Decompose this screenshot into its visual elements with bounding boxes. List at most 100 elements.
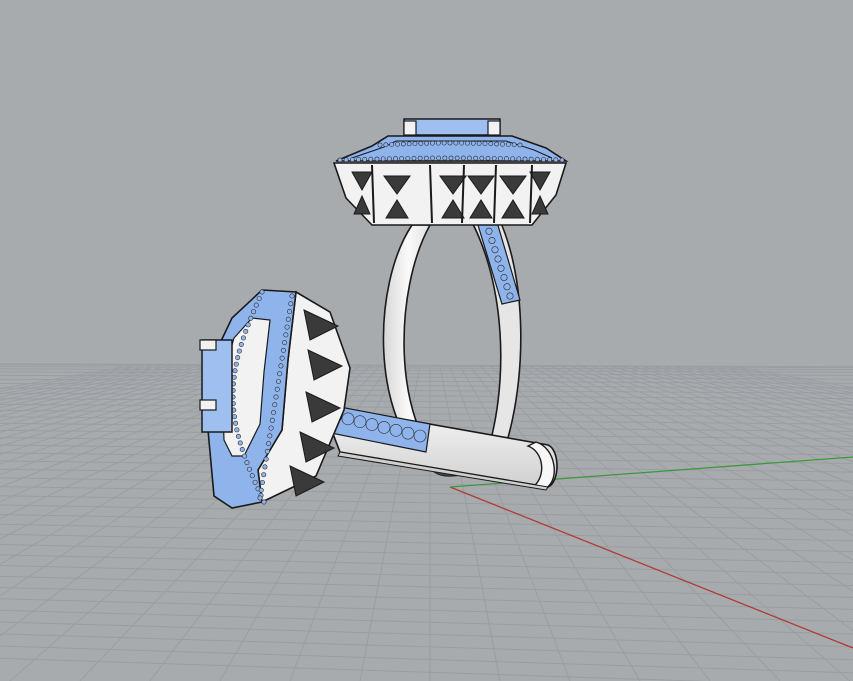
lying-shank-gem [377,421,391,434]
halo-gem [460,155,466,161]
lying-halo-gem [271,410,277,416]
lying-shank-gem [365,418,379,431]
shank-gem [500,273,508,281]
ring-standing-prong-top-right [487,120,501,136]
lying-halo-gem [263,456,269,462]
lying-halo-gem [238,341,244,347]
lying-halo-gem [277,371,283,377]
shank-gem [491,246,499,254]
lying-shank-gem [341,412,355,426]
lying-halo-gem [232,368,238,374]
shank-gem [503,283,511,291]
halo-gem [528,156,534,162]
halo-gem [511,142,517,148]
halo-gem [516,156,522,162]
halo-gem [534,156,540,162]
halo-gem [349,157,355,163]
lying-halo-gem [272,402,278,408]
lying-halo-gem [264,448,270,454]
lying-shank-gem [353,415,367,429]
halo-gem [559,157,565,163]
lying-halo-gem [236,348,242,354]
lying-halo-gem [242,453,248,459]
3d-viewport[interactable] [0,0,853,681]
lying-halo-gem [279,355,285,361]
lying-halo-gem [259,479,265,485]
halo-gem [541,157,546,162]
lying-halo-gem [239,446,245,452]
lying-halo-gem [275,378,281,384]
lying-halo-gem [253,302,259,308]
lying-shank-gem [413,429,427,443]
lying-shank-gem [401,426,415,440]
halo-gem [399,156,405,161]
lying-halo-gem [288,301,294,307]
lying-halo-gem [258,487,264,493]
halo-gem [553,157,559,163]
halo-gem [430,140,435,146]
lying-shank-gem [389,423,403,437]
halo-gem [470,140,476,146]
lying-halo-gem [268,425,274,431]
halo-gem [465,140,470,146]
halo-gem [423,155,429,161]
shank-gem [488,237,496,245]
shank-gem [506,292,514,300]
ring-lying-prong-a [199,339,217,351]
halo-gem [406,141,412,147]
halo-gem [356,157,361,162]
halo-gem [467,155,472,161]
lying-halo-gem [259,289,265,295]
halo-gem [488,141,494,147]
halo-gem [400,141,406,147]
halo-gem [485,155,491,161]
shank-gem [497,264,505,272]
halo-gem [424,140,430,146]
lying-halo-gem [289,293,295,299]
lying-halo-gem [248,315,254,321]
halo-gem [497,156,503,161]
halo-gem [435,140,441,146]
lying-halo-gem [283,332,289,338]
halo-gem [454,155,460,161]
halo-gem [405,155,411,161]
lying-halo-gem [235,433,241,439]
halo-gem [517,142,523,148]
lying-halo-gem [282,340,288,346]
lying-halo-gem [256,296,262,302]
halo-gem [386,156,392,162]
halo-gem [505,142,511,147]
halo-gem [442,155,448,161]
lying-halo-gem [269,417,275,423]
lying-halo-gem [243,328,249,334]
halo-gem [491,155,497,161]
halo-gem [500,141,505,147]
viewport-canvas[interactable] [0,0,853,681]
halo-gem [430,155,435,161]
lying-halo-gem [240,335,246,341]
lying-halo-gem [274,386,280,392]
lying-halo-gem [273,394,279,400]
lying-halo-gem [284,324,290,330]
halo-gem [510,156,516,162]
halo-gem [473,155,479,161]
halo-gem [337,157,343,163]
lying-halo-gem [280,347,286,353]
halo-gem [389,142,395,147]
halo-gem [418,141,424,146]
lying-halo-gem [237,440,243,446]
lying-halo-gem [233,361,239,367]
halo-gem [411,155,417,161]
ring-standing-prong-top [403,120,417,136]
halo-gem [448,155,454,161]
halo-gem [441,140,447,146]
lying-halo-gem [245,322,251,328]
halo-gem [395,141,400,147]
ring-lying-prong-b [199,399,217,411]
halo-gem [453,140,459,146]
halo-gem [343,157,349,163]
halo-gem [504,156,509,161]
lying-halo-gem [250,309,256,315]
halo-gem [377,142,383,148]
lying-halo-gem [261,499,267,505]
